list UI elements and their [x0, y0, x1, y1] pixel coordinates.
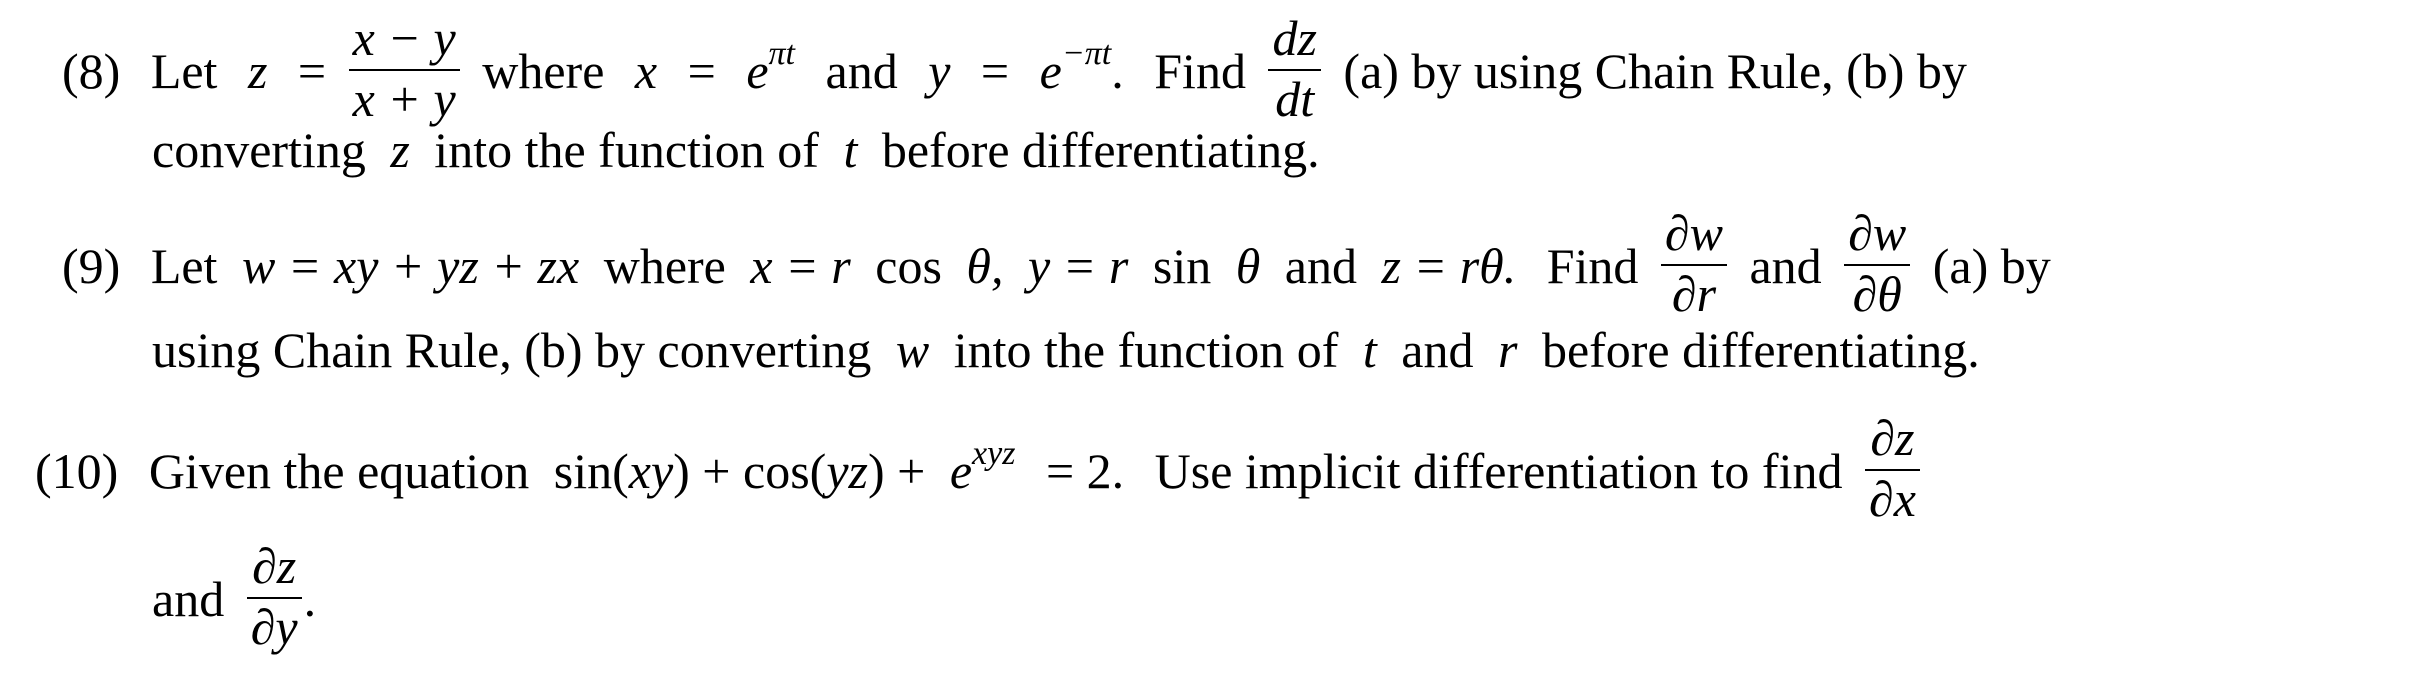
fraction-numerator: x − y: [352, 10, 456, 66]
fraction-numerator: ∂z: [1870, 410, 1915, 466]
fraction-dw-dtheta: ∂w ∂θ: [1844, 205, 1911, 322]
problem-number: (8): [62, 42, 121, 99]
math-function: cos: [875, 237, 942, 294]
math-function: sin(: [553, 442, 629, 499]
problem-number: (9): [62, 237, 121, 294]
math-var: x: [634, 42, 658, 99]
text: Let: [150, 237, 218, 294]
problem-10-line-2: and ∂z ∂y .: [152, 540, 317, 661]
fraction-denominator: ∂y: [250, 598, 298, 655]
exponent: πt: [768, 34, 795, 72]
fraction-dz-dt: dz dt: [1268, 10, 1321, 127]
text: where: [603, 237, 726, 294]
text: before differentiating.: [881, 122, 1320, 178]
text: (a) by: [1932, 237, 2051, 294]
fraction-numerator: ∂z: [252, 538, 297, 594]
text: Find: [1154, 42, 1246, 99]
problem-9-line-1: (9) Let w = xy + yz + zx where x = r cos…: [62, 207, 2051, 328]
problem-10-line-1: (10) Given the equation sin(xy) + cos(yz…: [35, 412, 1930, 533]
exponent: −πt: [1061, 34, 1112, 72]
math-expression: x = r: [750, 237, 851, 294]
math-var: y: [928, 42, 951, 99]
period: .: [303, 570, 317, 627]
math-var: r: [1497, 322, 1518, 378]
text: into the function of: [434, 122, 819, 178]
math-var: z: [390, 122, 410, 178]
exponent: xyz: [972, 434, 1016, 472]
fraction-denominator: ∂x: [1868, 470, 1916, 527]
fraction-dz-dy: ∂z ∂y: [246, 538, 302, 655]
math-expression: y = r: [1027, 237, 1129, 294]
fraction-numerator: dz: [1272, 10, 1317, 66]
math-var: t: [843, 122, 858, 178]
text: and: [1284, 237, 1357, 294]
fraction-numerator: ∂w: [1664, 205, 1723, 261]
equals-sign: =: [687, 42, 716, 99]
exp-base: e: [949, 442, 973, 499]
fraction-dz-dx: ∂z ∂x: [1864, 410, 1920, 527]
math-var: z: [247, 42, 268, 99]
text: where: [482, 42, 605, 99]
text: and: [825, 42, 898, 99]
math-var: θ,: [966, 237, 1004, 294]
fraction-denominator: dt: [1275, 70, 1315, 127]
math-var: t: [1362, 322, 1377, 378]
text: Let: [150, 42, 218, 99]
text: and: [1401, 322, 1474, 378]
math-var: w: [895, 322, 930, 378]
math-function: ) + cos(: [673, 442, 827, 499]
equals-sign: =: [980, 42, 1010, 99]
math-expression: w = xy + yz + zx: [241, 237, 580, 294]
math-expression: z = rθ.: [1381, 237, 1517, 294]
equals-sign: =: [297, 42, 327, 99]
text: and: [1749, 237, 1822, 294]
text: before differentiating.: [1541, 322, 1980, 378]
text: into the function of: [953, 322, 1339, 378]
text: and: [152, 570, 225, 627]
math-function: sin: [1152, 237, 1212, 294]
problem-9-line-2: using Chain Rule, (b) by converting w in…: [152, 325, 1980, 375]
math-var: θ: [1235, 237, 1261, 294]
math-operator: ) +: [867, 442, 926, 499]
equation-rhs: = 2.: [1045, 442, 1125, 499]
fraction-numerator: ∂w: [1848, 205, 1907, 261]
text: (a) by using Chain Rule, (b) by: [1343, 42, 1967, 99]
exp-base: e: [1039, 42, 1062, 99]
text: converting: [152, 122, 366, 178]
problem-number: (10): [35, 442, 119, 499]
math-var: yz: [826, 442, 868, 499]
problem-8-line-2: converting z into the function of t befo…: [152, 125, 1320, 175]
text: Find: [1546, 237, 1639, 294]
fraction-denominator: ∂r: [1671, 265, 1717, 322]
period: .: [1111, 42, 1124, 99]
fraction-denominator: ∂θ: [1852, 265, 1902, 322]
problem-8-line-1: (8) Let z = x − y x + y where x = eπt an…: [62, 12, 1967, 133]
fraction-denominator: x + y: [352, 70, 456, 127]
text: using Chain Rule, (b) by converting: [152, 322, 872, 378]
fraction-dw-dr: ∂w ∂r: [1660, 205, 1727, 322]
math-var: xy: [628, 442, 674, 499]
text: Given the equation: [148, 442, 530, 499]
fraction-z-definition: x − y x + y: [348, 10, 460, 127]
text: Use implicit differentiation to find: [1154, 442, 1843, 499]
exp-base: e: [746, 42, 769, 99]
